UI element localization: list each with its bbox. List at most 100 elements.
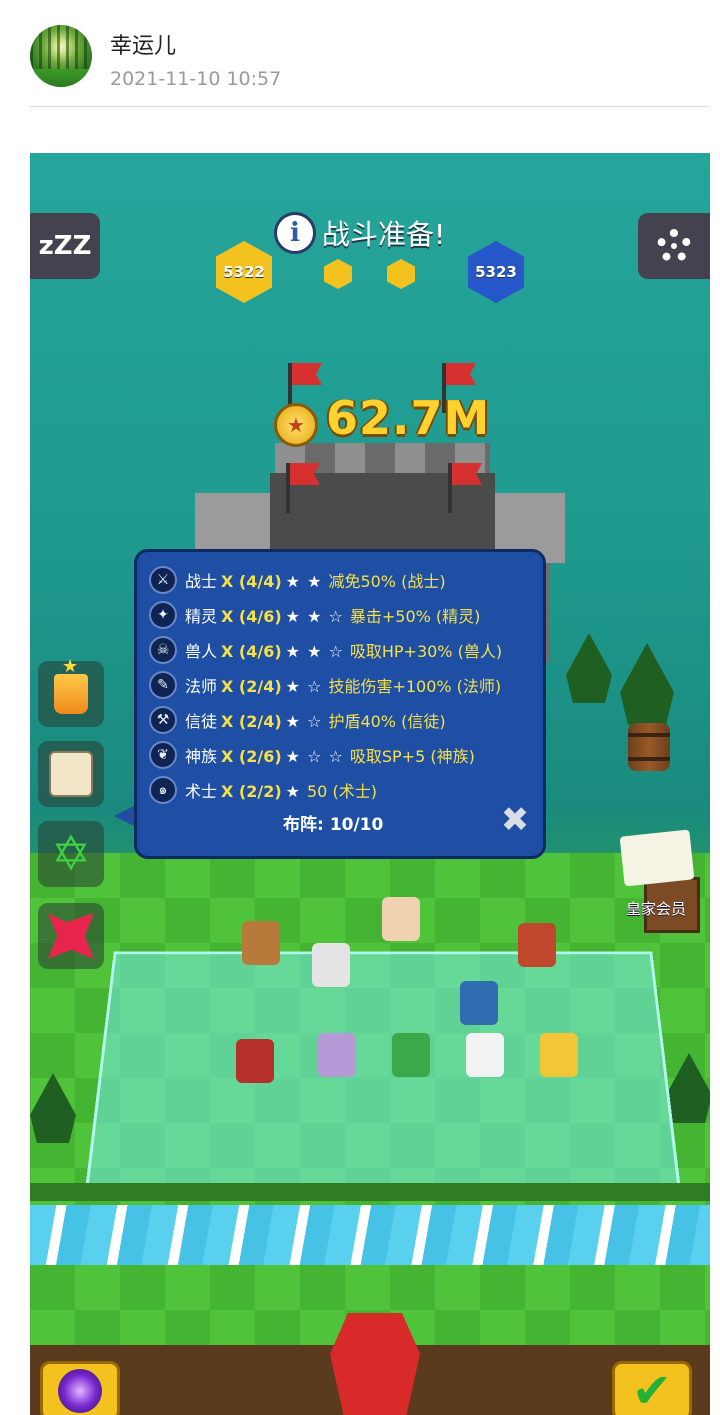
buff-row: ✦ 精灵 X (4/6) ★ ★ ☆ 暴击+50% (精灵)	[149, 599, 480, 631]
post-header: 幸运儿 2021-11-10 10:57	[0, 0, 720, 108]
buff-row: ⚔ 战士 X (4/4) ★ ★ 减免50% (战士)	[149, 564, 446, 596]
buff-effect: 减免50% (战士)	[328, 572, 446, 591]
unit-demon[interactable]	[236, 1039, 274, 1083]
round-indicator-icon	[387, 259, 415, 289]
buff-count: X (4/4)	[221, 572, 282, 591]
avatar-ground	[30, 69, 92, 87]
sleep-button[interactable]: zZZ	[30, 213, 100, 279]
buff-name: 兽人	[185, 642, 218, 661]
buff-count: X (4/6)	[221, 642, 282, 661]
buff-name: 术士	[185, 782, 218, 801]
buff-effect: 吸取SP+5 (神族)	[349, 747, 475, 766]
royal-member-label[interactable]: 皇家会员	[626, 898, 686, 919]
buff-stars: ★	[285, 782, 301, 801]
round-indicator-icon	[324, 259, 352, 289]
hero-unit[interactable]	[330, 1313, 420, 1415]
trophy-icon	[54, 656, 88, 714]
avatar[interactable]	[30, 25, 92, 87]
info-icon[interactable]: i	[274, 212, 316, 254]
buff-name: 信徒	[185, 712, 218, 731]
portal-button[interactable]	[40, 1361, 120, 1415]
unit-mage[interactable]	[318, 1033, 356, 1077]
unit-priest[interactable]	[466, 1033, 504, 1077]
formation-status: 布阵: 10/10	[283, 810, 383, 835]
post-timestamp: 2021-11-10 10:57	[110, 68, 282, 90]
buff-stars: ★ ★ ☆	[285, 642, 344, 661]
sleep-icon: zZZ	[38, 231, 92, 261]
wings-icon: ❦	[149, 741, 177, 769]
buff-name: 法师	[185, 677, 218, 696]
buff-row: ☠ 兽人 X (4/6) ★ ★ ☆ 吸取HP+30% (兽人)	[149, 634, 502, 666]
buff-stars: ★ ★ ☆	[285, 607, 344, 626]
unit-warrior[interactable]	[242, 921, 280, 965]
username[interactable]: 幸运儿	[110, 28, 176, 60]
flag-icon	[448, 463, 452, 513]
buff-count: X (2/2)	[221, 782, 282, 801]
enemy-score: 5323	[475, 263, 517, 281]
scroll-icon	[49, 751, 93, 797]
buff-count: X (4/6)	[221, 607, 282, 626]
sword-icon: ⚔	[149, 566, 177, 594]
field-edge	[30, 1183, 710, 1201]
royal-member-card[interactable]	[619, 829, 695, 887]
divider	[30, 106, 710, 107]
buff-row: ๑ 术士 X (2/2) ★ 50 (术士)	[149, 774, 377, 806]
buff-stars: ★ ☆ ☆	[285, 747, 344, 766]
unit-orc[interactable]	[518, 923, 556, 967]
enemy-score-badge: 5323	[468, 241, 524, 303]
orc-icon: ☠	[149, 636, 177, 664]
settings-button[interactable]	[638, 213, 710, 279]
buff-name: 神族	[185, 747, 218, 766]
buff-effect: 暴击+50% (精灵)	[349, 607, 481, 626]
gear-icon	[657, 229, 691, 263]
burst-icon	[48, 913, 94, 959]
close-icon[interactable]: ✖	[497, 802, 533, 838]
unit-berserker[interactable]	[382, 897, 420, 941]
buff-count: X (2/4)	[221, 712, 282, 731]
buff-row: ⚒ 信徒 X (2/4) ★ ☆ 护盾40% (信徒)	[149, 704, 446, 736]
buff-effect: 护盾40% (信徒)	[328, 712, 446, 731]
coin-icon: ★	[274, 403, 318, 447]
player-score: 5322	[223, 263, 265, 281]
buff-stars: ★ ☆	[285, 712, 323, 731]
buff-effect: 50 (术士)	[307, 782, 377, 801]
buff-row: ✎ 法师 X (2/4) ★ ☆ 技能伤害+100% (法师)	[149, 669, 501, 701]
confirm-button[interactable]: ✔	[612, 1361, 692, 1415]
ranking-button[interactable]	[38, 656, 104, 727]
buff-effect: 吸取HP+30% (兽人)	[349, 642, 503, 661]
buff-stars: ★ ☆	[285, 677, 323, 696]
buff-count: X (2/4)	[221, 677, 282, 696]
staff-icon: ✎	[149, 671, 177, 699]
formation-value: 10/10	[329, 815, 384, 835]
battle-title: 战斗准备!	[322, 218, 446, 251]
barrel-icon	[628, 723, 670, 771]
buff-row: ❦ 神族 X (2/6) ★ ☆ ☆ 吸取SP+5 (神族)	[149, 739, 475, 771]
hexagram-icon: ✡	[50, 826, 92, 882]
coin-amount: 62.7M	[326, 391, 491, 445]
player-score-badge: 5322	[216, 241, 272, 303]
unit-elf[interactable]	[392, 1033, 430, 1077]
buff-effect: 技能伤害+100% (法师)	[328, 677, 502, 696]
deploy-zone[interactable]	[84, 951, 682, 1193]
synergy-button[interactable]: ✡	[38, 821, 104, 887]
flag-icon	[286, 463, 290, 513]
tree-icon	[620, 643, 674, 725]
event-button[interactable]	[38, 903, 104, 969]
unit-knight[interactable]	[312, 943, 350, 987]
synergy-panel: ⚔ 战士 X (4/4) ★ ★ 减免50% (战士) ✦ 精灵 X (4/6) ★ ★ …	[134, 549, 546, 859]
game-screenshot: zZZ i 战斗准备! 5322 5323 ★ 62.7M ✡ 皇家会员 ⚔ 战…	[30, 153, 710, 1415]
buff-stars: ★ ★	[285, 572, 323, 591]
quest-button[interactable]	[38, 741, 104, 807]
buff-name: 精灵	[185, 607, 218, 626]
formation-label: 布阵:	[283, 815, 324, 835]
unit-guardian[interactable]	[460, 981, 498, 1025]
elf-icon: ✦	[149, 601, 177, 629]
river	[30, 1205, 710, 1265]
buff-name: 战士	[185, 572, 218, 591]
hammer-icon: ⚒	[149, 706, 177, 734]
unit-angel[interactable]	[540, 1033, 578, 1077]
buff-count: X (2/6)	[221, 747, 282, 766]
tree-icon	[566, 633, 612, 703]
spirit-icon: ๑	[149, 776, 177, 804]
portal-icon	[58, 1369, 102, 1413]
